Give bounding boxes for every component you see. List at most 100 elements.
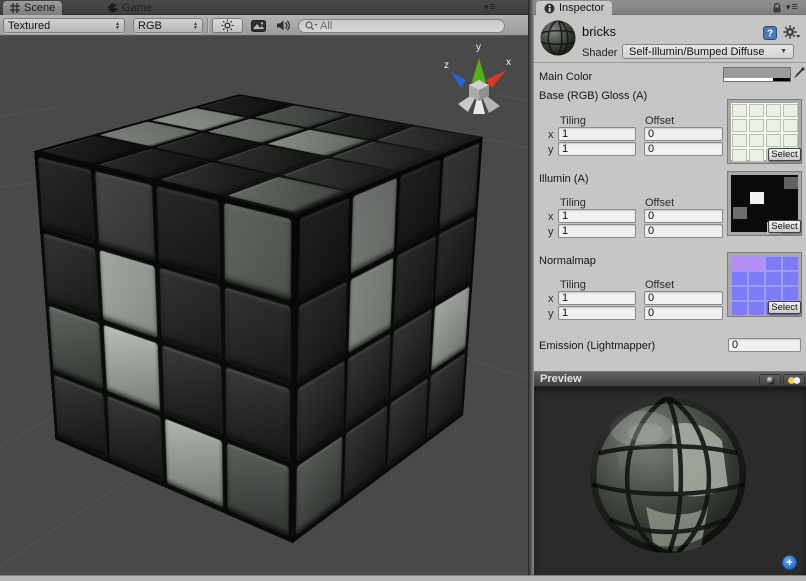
normal-y-tiling-input[interactable] xyxy=(558,306,636,320)
gizmo-y-axis[interactable] xyxy=(472,58,486,82)
inspector-panel: Inspector ▾≡ xyxy=(534,0,806,575)
offset-header: Offset xyxy=(645,197,674,209)
base-y-tiling-input[interactable] xyxy=(558,142,636,156)
tab-scene-label: Scene xyxy=(24,2,55,14)
illumin-y-offset-input[interactable] xyxy=(644,224,723,238)
emission-label: Emission (Lightmapper) xyxy=(539,340,655,352)
updown-arrows-icon: ▲▼ xyxy=(115,22,120,30)
orientation-gizmo[interactable]: y x z xyxy=(440,38,518,124)
illumin-select-button[interactable]: Select xyxy=(768,220,801,233)
shader-dropdown[interactable]: Self-Illumin/Bumped Diffuse ▼ xyxy=(622,44,794,59)
audio-icon xyxy=(276,19,290,32)
preview-sphere xyxy=(588,395,748,555)
scene-search-field[interactable]: All xyxy=(298,19,505,33)
cube-tile xyxy=(225,287,290,382)
gizmo-y-label: y xyxy=(476,42,481,53)
shader-value: Self-Illumin/Bumped Diffuse xyxy=(629,46,765,58)
unity-editor-window: Scene Game ▾≡ Textured ▲▼ RGB ▲▼ xyxy=(0,0,806,581)
base-x-offset-input[interactable] xyxy=(644,127,723,141)
tab-inspector-label: Inspector xyxy=(559,2,604,14)
scene-toolbar: Textured ▲▼ RGB ▲▼ xyxy=(0,15,528,36)
material-name: bricks xyxy=(582,24,616,39)
material-sphere-thumbnail xyxy=(539,19,577,57)
gizmo-x-label: x xyxy=(506,57,511,68)
cube-tile xyxy=(44,234,99,318)
scene-viewport[interactable]: y x z xyxy=(0,36,528,575)
y-row-label: y xyxy=(548,226,554,238)
info-icon xyxy=(544,3,555,14)
offset-header: Offset xyxy=(645,115,674,127)
cube-tile xyxy=(160,268,221,359)
cube-tile xyxy=(157,187,220,280)
cube-tile xyxy=(95,171,154,260)
base-x-tiling-input[interactable] xyxy=(558,127,636,141)
scene-skybox-button[interactable] xyxy=(245,18,271,33)
offset-header: Offset xyxy=(645,279,674,291)
illumin-x-tiling-input[interactable] xyxy=(558,209,636,223)
gizmo-z-axis[interactable] xyxy=(451,72,466,88)
base-y-offset-input[interactable] xyxy=(644,142,723,156)
normal-x-offset-input[interactable] xyxy=(644,291,723,305)
cube-tile xyxy=(224,203,291,300)
preview-bar[interactable]: Preview xyxy=(534,371,806,387)
tab-game-label: Game xyxy=(122,2,152,14)
game-icon xyxy=(108,3,118,13)
gizmo-z-label: z xyxy=(444,60,449,71)
scene-grid-icon xyxy=(10,3,20,13)
channels-value: RGB xyxy=(138,20,189,32)
cube-tile xyxy=(99,250,157,337)
base-select-button[interactable]: Select xyxy=(768,148,801,161)
image-icon xyxy=(251,20,266,32)
assetbundle-add-button[interactable]: + xyxy=(782,555,797,570)
tiling-header: Tiling xyxy=(560,115,586,127)
scene-audio-button[interactable] xyxy=(272,18,294,33)
main-color-alpha-bar xyxy=(724,78,790,81)
preview-mesh-button[interactable] xyxy=(759,374,781,386)
shader-label: Shader xyxy=(582,47,617,59)
map-label: Illumin (A) xyxy=(539,173,589,185)
illumin-y-tiling-input[interactable] xyxy=(558,224,636,238)
inspector-tabbar: Inspector ▾≡ xyxy=(534,0,806,15)
window-bottom-strip[interactable] xyxy=(0,575,806,581)
normal-x-tiling-input[interactable] xyxy=(558,291,636,305)
x-row-label: x xyxy=(548,129,554,141)
scene-tabbar: Scene Game ▾≡ xyxy=(0,0,528,15)
scene-lighting-button[interactable] xyxy=(212,18,243,33)
draw-mode-value: Textured xyxy=(8,20,111,32)
emission-input[interactable] xyxy=(728,338,801,352)
inspector-panel-menu-icon[interactable]: ▾≡ xyxy=(786,3,797,12)
illumin-x-offset-input[interactable] xyxy=(644,209,723,223)
normalmap-select-button[interactable]: Select xyxy=(768,301,801,314)
cube-tile xyxy=(38,157,94,242)
channels-dropdown[interactable]: RGB ▲▼ xyxy=(133,18,203,33)
scene-panel: Scene Game ▾≡ Textured ▲▼ RGB ▲▼ xyxy=(0,0,528,575)
normal-y-offset-input[interactable] xyxy=(644,306,723,320)
draw-mode-dropdown[interactable]: Textured ▲▼ xyxy=(3,18,125,33)
preview-lighting-toggle[interactable] xyxy=(783,374,805,386)
lock-icon[interactable] xyxy=(772,3,782,13)
tiling-header: Tiling xyxy=(560,279,586,291)
main-color-swatch[interactable] xyxy=(723,67,791,82)
gear-icon[interactable] xyxy=(783,25,801,40)
y-row-label: y xyxy=(548,144,554,156)
tab-game[interactable]: Game xyxy=(101,1,159,15)
tab-scene[interactable]: Scene xyxy=(3,1,62,15)
updown-arrows-icon: ▲▼ xyxy=(193,22,198,30)
lighting-dots-icon xyxy=(787,376,801,385)
help-icon[interactable]: ? xyxy=(763,26,777,40)
x-row-label: x xyxy=(548,211,554,223)
eyedropper-icon[interactable] xyxy=(792,65,806,82)
dropdown-arrow-icon: ▼ xyxy=(780,48,787,55)
material-preview-area[interactable]: + xyxy=(534,387,806,575)
sun-icon xyxy=(221,19,234,32)
scene-panel-menu-icon[interactable]: ▾≡ xyxy=(484,3,495,12)
material-header: bricks Shader Self-Illumin/Bumped Diffus… xyxy=(534,15,806,63)
y-row-label: y xyxy=(548,308,554,320)
main-color-label: Main Color xyxy=(539,71,592,83)
tab-inspector[interactable]: Inspector xyxy=(536,1,612,15)
map-label: Normalmap xyxy=(539,255,596,267)
search-placeholder: All xyxy=(320,20,332,32)
svg-text:?: ? xyxy=(767,29,773,40)
sphere-icon xyxy=(766,376,775,385)
tiling-header: Tiling xyxy=(560,197,586,209)
